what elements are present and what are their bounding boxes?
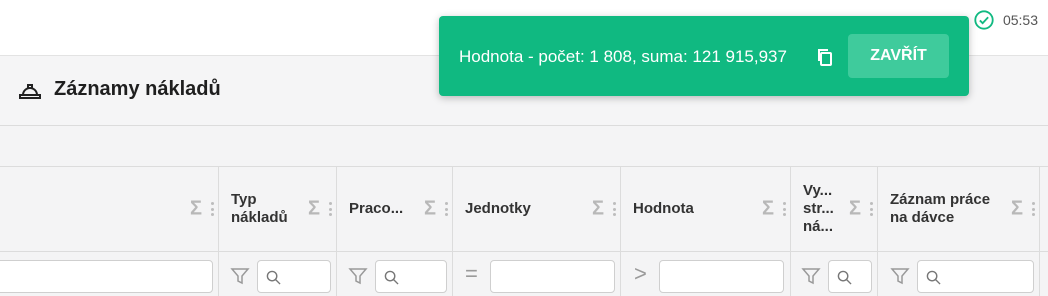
column-menu-icon[interactable]	[613, 202, 616, 216]
search-icon	[384, 270, 399, 285]
funnel-icon[interactable]	[348, 266, 368, 286]
column-header-1[interactable]: Σ	[0, 167, 219, 251]
column-label: Praco...	[349, 200, 404, 217]
search-icon	[926, 270, 941, 285]
column-header-vystrojena[interactable]: Vy... str... ná... Σ	[791, 167, 878, 251]
toolbar-area	[0, 126, 1048, 167]
funnel-icon[interactable]	[230, 266, 250, 286]
column-label: Hodnota	[633, 200, 694, 217]
filter-input[interactable]	[375, 260, 447, 293]
filter-input[interactable]	[257, 260, 331, 293]
filter-input[interactable]	[490, 260, 615, 293]
sum-icon[interactable]: Σ	[190, 198, 202, 221]
column-label: Jednotky	[465, 200, 531, 217]
filter-input[interactable]	[917, 260, 1034, 293]
status-clock: 05:53	[973, 9, 1038, 31]
data-grid: Σ Typ nákladů Σ Praco... Σ Jednotky Σ Ho…	[0, 167, 1048, 296]
sum-icon[interactable]: Σ	[1011, 198, 1023, 221]
grid-header-row: Σ Typ nákladů Σ Praco... Σ Jednotky Σ Ho…	[0, 167, 1048, 252]
page-title: Záznamy nákladů	[18, 78, 221, 101]
filter-cell	[0, 252, 219, 296]
filter-input[interactable]	[828, 260, 872, 293]
column-header-typ-nakladu[interactable]: Typ nákladů Σ	[219, 167, 337, 251]
column-menu-icon[interactable]	[870, 202, 873, 216]
filter-input[interactable]	[0, 260, 213, 293]
column-menu-icon[interactable]	[211, 202, 214, 216]
sum-icon[interactable]: Σ	[592, 198, 604, 221]
filter-cell	[878, 252, 1040, 296]
equals-operator[interactable]: =	[465, 261, 478, 287]
column-menu-icon[interactable]	[445, 202, 448, 216]
column-menu-icon[interactable]	[783, 202, 786, 216]
grid-filter-row: = >	[0, 252, 1048, 296]
sum-icon[interactable]: Σ	[308, 198, 320, 221]
column-label: Vy... str... ná...	[803, 182, 834, 235]
search-icon	[837, 270, 852, 285]
column-header-zaznam-prace[interactable]: Záznam práce na dávce Σ	[878, 167, 1040, 251]
funnel-icon[interactable]	[801, 266, 821, 286]
sum-icon[interactable]: Σ	[762, 198, 774, 221]
time-label: 05:53	[1002, 12, 1038, 28]
column-menu-icon[interactable]	[1032, 202, 1035, 216]
check-circle-icon	[974, 10, 994, 30]
column-menu-icon[interactable]	[329, 202, 332, 216]
toast-notification: Hodnota - počet: 1 808, suma: 121 915,93…	[439, 16, 969, 96]
copy-icon[interactable]	[815, 47, 835, 67]
funnel-icon[interactable]	[890, 266, 910, 286]
toast-message: Hodnota - počet: 1 808, suma: 121 915,93…	[459, 47, 787, 66]
column-header-pracoviste[interactable]: Praco... Σ	[337, 167, 453, 251]
close-button[interactable]: ZAVŘÍT	[848, 34, 949, 78]
column-header-hodnota[interactable]: Hodnota Σ	[621, 167, 791, 251]
filter-cell: =	[453, 252, 621, 296]
filter-cell	[219, 252, 337, 296]
page-title-text: Záznamy nákladů	[54, 78, 221, 100]
filter-input[interactable]	[659, 260, 784, 293]
filter-cell	[791, 252, 878, 296]
filter-cell	[337, 252, 453, 296]
filter-cell: >	[621, 252, 791, 296]
column-header-jednotky[interactable]: Jednotky Σ	[453, 167, 621, 251]
search-icon	[266, 270, 281, 285]
column-label: Typ nákladů	[231, 191, 288, 226]
sum-icon[interactable]: Σ	[849, 198, 861, 221]
column-label: Záznam práce na dávce	[890, 191, 991, 226]
greater-operator[interactable]: >	[634, 261, 647, 287]
hard-hat-icon	[19, 83, 41, 99]
sum-icon[interactable]: Σ	[424, 198, 436, 221]
